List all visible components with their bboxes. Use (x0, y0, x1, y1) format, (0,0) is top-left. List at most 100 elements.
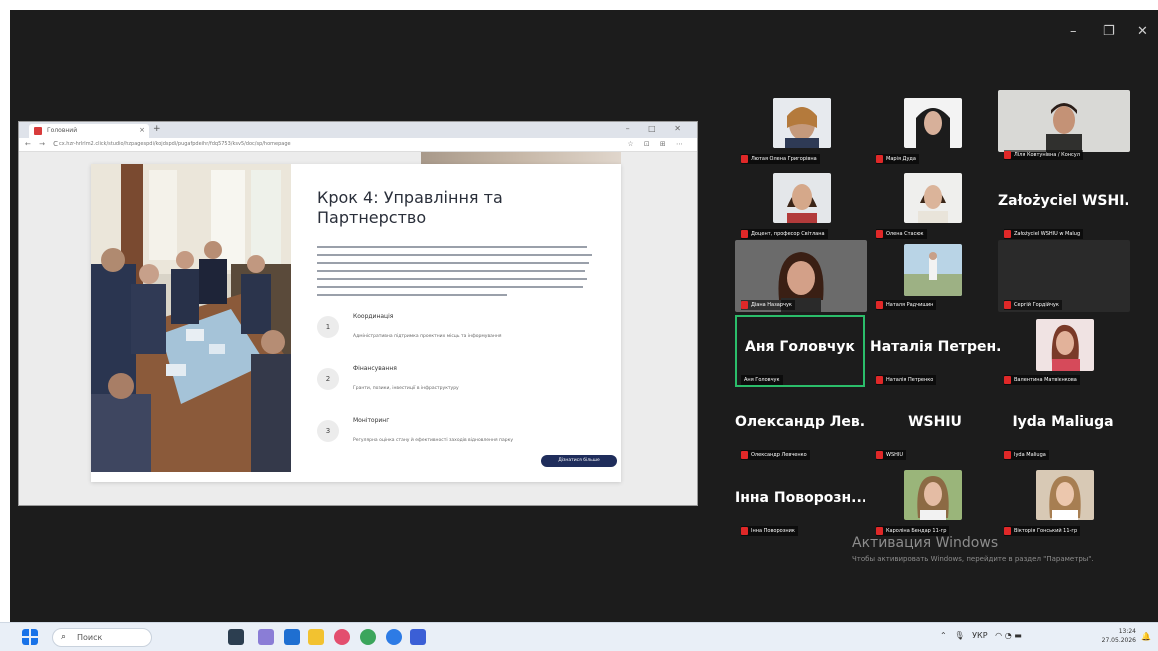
mic-muted-icon (741, 155, 748, 163)
step-title: Координація (353, 313, 394, 320)
battery-icon[interactable]: ▬ (1014, 631, 1022, 640)
participant-video (904, 244, 962, 296)
mic-muted-icon (876, 527, 883, 535)
step-text: Гранти, позики, інвестиції в інфраструкт… (353, 386, 459, 391)
participant-display-name: Iyda Maliuga (1012, 414, 1114, 430)
mic-muted-icon (741, 527, 748, 535)
mic-muted-icon (741, 301, 748, 309)
participant-tile[interactable]: Діана Назарчук (735, 240, 867, 312)
participant-tile[interactable]: Кароліна Бендар 11-гр (870, 466, 1000, 538)
participant-display-name: Інна Поворозн... (735, 490, 865, 506)
participant-display-name: Аня Головчук (745, 339, 855, 355)
participant-tile[interactable]: Валентина Матвієнкова (998, 315, 1128, 387)
mic-muted-icon (1004, 376, 1011, 384)
participant-name-label: Iyda Maliuga (1004, 450, 1049, 460)
volume-icon[interactable]: ◔ (1005, 631, 1012, 640)
mic-muted-icon (876, 230, 883, 238)
participant-video (904, 98, 962, 148)
step-number: 1 (317, 316, 339, 338)
minimize-button[interactable]: – (1070, 24, 1077, 39)
chrome-icon[interactable] (360, 629, 376, 645)
word-icon[interactable] (410, 629, 426, 645)
participant-display-name: WSHIU (908, 414, 962, 430)
mic-muted-icon (741, 451, 748, 459)
participant-tile[interactable]: Олена Стасюк (870, 169, 1000, 241)
app-icon[interactable] (334, 629, 350, 645)
slide-title: Крок 4: Управління та Партнерство (317, 188, 503, 227)
participant-tile[interactable]: Сергій Гордійчук (998, 240, 1130, 312)
participant-tile[interactable]: Наталія Петрен... Наталія Петренко (870, 315, 1000, 387)
participant-tile-active-speaker[interactable]: Аня Головчук Аня Головчук (735, 315, 865, 387)
participant-display-name: Олександр Лев... (735, 414, 865, 430)
notification-bell-icon[interactable]: 🔔 (1141, 632, 1151, 641)
step-coordination: 1 Координація Адміністративна підтримка … (317, 312, 607, 350)
slide-card: Крок 4: Управління та Партнерство 1 Коор… (91, 164, 621, 482)
start-windows-icon[interactable] (22, 629, 38, 645)
url-field[interactable]: cx.hzr-hrlrlm2.click/studio/hzpagespdi/k… (59, 141, 499, 147)
zoom-meeting-window: – ❐ ✕ Головний × + – □ ✕ ← → C cx.hzr-hr… (10, 10, 1158, 622)
participant-tile[interactable]: Марія Дуда (870, 94, 1000, 166)
participant-tile[interactable]: Вікторія Гонський 11-гр (998, 466, 1128, 538)
step-monitoring: 3 Моніторинг Регулярна оцінка стану й еф… (317, 416, 607, 454)
browser-window-controls[interactable]: – □ ✕ (626, 124, 689, 133)
participant-tile[interactable]: WSHIU WSHIU (870, 390, 1000, 462)
participant-tile[interactable]: Założyciel WSHI... Założyciel WSHIU w Ma… (998, 169, 1128, 241)
participant-video (904, 470, 962, 520)
step-text: Адміністративна підтримка проектних місц… (353, 334, 502, 339)
mic-muted-icon (876, 451, 883, 459)
participant-display-name: Założyciel WSHI... (998, 193, 1128, 209)
chevron-up-icon[interactable]: ⌃ (940, 631, 947, 640)
meeting-photo (91, 164, 291, 472)
mic-muted-icon (1004, 301, 1011, 309)
participant-tile[interactable]: Доцент, професор Світлана (735, 169, 865, 241)
close-button[interactable]: ✕ (1137, 24, 1148, 39)
mic-muted-icon (1004, 230, 1011, 238)
participant-name-label: Олена Стасюк (876, 229, 927, 239)
participant-tile[interactable]: Лютая Олена Григорівна (735, 94, 865, 166)
browser-address-bar: ← → C cx.hzr-hrlrlm2.click/studio/hzpage… (19, 138, 697, 152)
participant-video (904, 173, 962, 223)
participant-tile[interactable]: Ліля Ковтунівна / Консул (998, 90, 1130, 162)
new-tab-button[interactable]: + (153, 124, 161, 134)
wifi-icon[interactable]: ◠ (995, 631, 1002, 640)
participant-name-label: Валентина Матвієнкова (1004, 375, 1080, 385)
step-number: 3 (317, 420, 339, 442)
search-placeholder: Поиск (77, 633, 103, 642)
step-funding: 2 Фінансування Гранти, позики, інвестиці… (317, 364, 607, 402)
learn-more-button[interactable]: Дізнатися більше (541, 455, 617, 467)
microphone-icon[interactable]: 🎙 (954, 631, 964, 640)
participant-video (773, 173, 831, 223)
browser-extension-icons[interactable]: ☆ ⊡ ⊞ ⋯ (627, 140, 687, 148)
participant-tile[interactable]: Iyda Maliuga Iyda Maliuga (998, 390, 1128, 462)
participant-video (1036, 319, 1094, 371)
mic-muted-icon (876, 376, 883, 384)
participant-tile[interactable]: Наталя Радчишин (870, 240, 1000, 312)
participant-name-label: Діана Назарчук (741, 300, 795, 310)
participant-name-label: WSHIU (876, 450, 907, 460)
participant-name-label: Założyciel WSHIU w Malug (1004, 229, 1084, 239)
language-indicator[interactable]: УКР (972, 631, 987, 640)
tab-title: Головний (47, 127, 78, 134)
mic-muted-icon (876, 155, 883, 163)
mic-muted-icon (1004, 151, 1011, 159)
mic-muted-icon (876, 301, 883, 309)
widgets-icon[interactable] (258, 629, 274, 645)
tab-close-icon[interactable]: × (139, 126, 145, 134)
browser-tab[interactable]: Головний × (29, 124, 149, 138)
participant-tile[interactable]: Інна Поворозн... Інна Поворозник (735, 466, 865, 538)
system-tray[interactable]: ⌃ 🎙 УКР ◠ ◔ ▬ (940, 631, 1022, 640)
browser-nav-icons[interactable]: ← → C (25, 140, 61, 148)
zoom-meeting-icon[interactable] (386, 629, 402, 645)
taskbar-clock[interactable]: 13:24 27.05.2026 (1100, 627, 1136, 645)
file-explorer-icon[interactable] (308, 629, 324, 645)
task-view-icon[interactable] (228, 629, 244, 645)
maximize-button[interactable]: ❐ (1103, 24, 1115, 39)
zoom-app-icon[interactable] (284, 629, 300, 645)
step-title: Моніторинг (353, 417, 390, 424)
participant-name-label: Марія Дуда (876, 154, 919, 164)
participant-tile[interactable]: Олександр Лев... Олександр Левченко (735, 390, 865, 462)
windows-activation-watermark: Активация Windows Чтобы активировать Win… (852, 535, 1112, 563)
participant-name-label: Лютая Олена Григорівна (741, 154, 820, 164)
activation-text: Чтобы активировать Windows, перейдите в … (852, 555, 1094, 563)
taskbar-search[interactable]: ⌕ Поиск (52, 628, 152, 647)
